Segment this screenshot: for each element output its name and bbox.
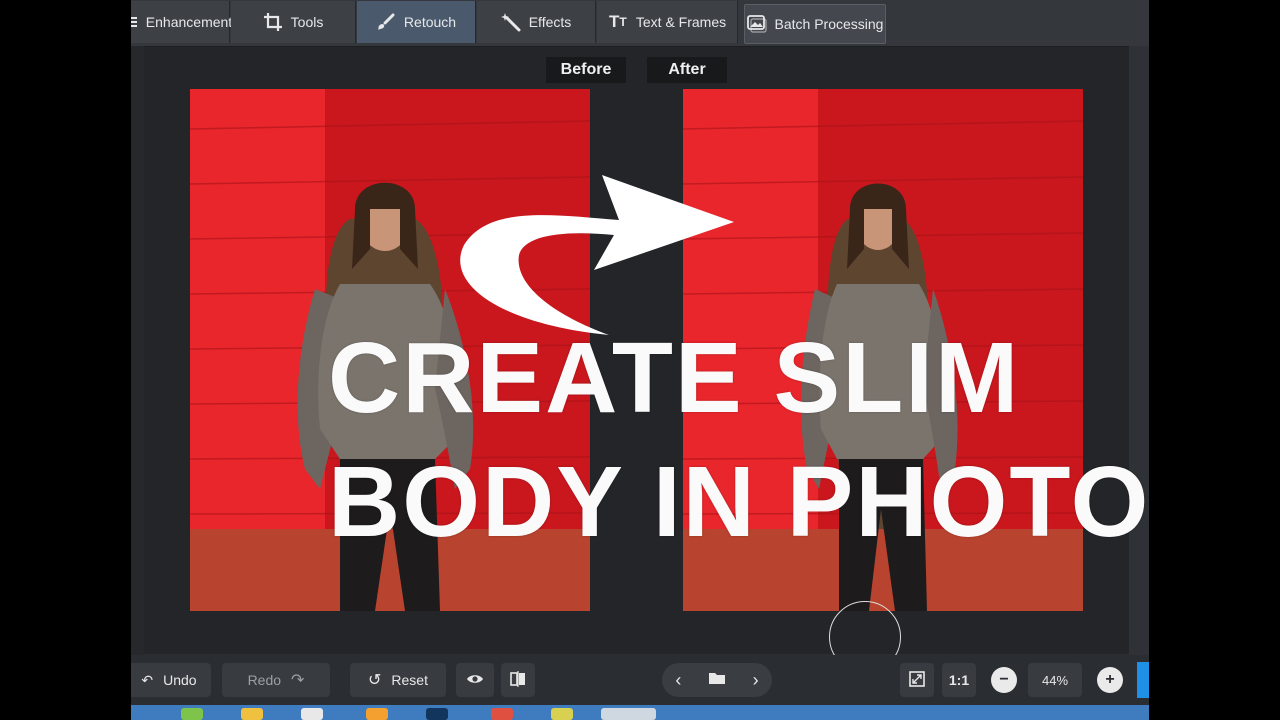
taskbar [131,705,1149,720]
zoom-level[interactable]: 44% [1028,663,1082,697]
right-panel-edge [1129,46,1149,655]
eye-icon [466,672,484,688]
compare-icon [510,670,526,690]
menu-icon [131,12,138,32]
tab-label: Retouch [403,14,457,30]
images-icon [746,14,767,34]
text-icon: TT [609,12,627,31]
redo-button[interactable]: Redo ↷ [222,663,330,697]
tab-text-frames[interactable]: TT Text & Frames [597,1,738,43]
tab-effects[interactable]: Effects [477,1,596,43]
undo-label: Undo [163,672,197,688]
app-icon[interactable] [301,708,323,720]
tab-label: Batch Processing [774,16,884,32]
active-app-icon[interactable] [601,708,656,720]
fit-screen-button[interactable] [900,663,934,697]
image-navigation: ‹ › [662,663,772,697]
zoom-out-button[interactable]: − [991,667,1017,693]
redo-label: Redo [247,672,282,688]
tab-label: Enhancement [145,14,233,30]
reset-label: Reset [391,672,428,688]
reset-button[interactable]: ↺ Reset [350,663,446,697]
magic-wand-icon [500,12,521,32]
brush-icon [376,12,396,32]
crop-icon [263,12,283,32]
previous-image-button[interactable]: ‹ [675,670,681,691]
folder-icon[interactable] [708,671,726,690]
explorer-icon[interactable] [241,708,263,720]
headline-line-1: CREATE SLIM [328,322,1021,434]
next-image-button[interactable]: › [753,670,759,691]
actual-size-button[interactable]: 1:1 [942,663,976,697]
headline-line-2: BODY IN PHOTO [328,446,1149,558]
tab-enhancement[interactable]: Enhancement [131,1,233,43]
left-panel-edge [131,46,144,655]
preview-button[interactable] [456,663,494,697]
browser-icon[interactable] [181,708,203,720]
apply-button-edge[interactable] [1137,662,1149,698]
tab-bar: Enhancement Tools Retouch Effects TT Tex… [131,0,1149,47]
photoshop-icon[interactable] [426,708,448,720]
chrome-icon[interactable] [551,708,573,720]
arrow-icon [460,175,734,335]
tab-retouch[interactable]: Retouch [357,1,476,43]
compare-button[interactable] [501,663,535,697]
zoom-in-button[interactable]: + [1097,667,1123,693]
undo-button[interactable]: ↶ Undo [131,663,211,697]
tab-label: Tools [290,14,324,30]
tab-label: Text & Frames [635,14,727,30]
undo-icon: ↶ [141,671,154,688]
tab-batch-processing[interactable]: Batch Processing [744,4,886,44]
photo-editor-window: Enhancement Tools Retouch Effects TT Tex… [131,0,1149,720]
after-label[interactable]: After [647,57,727,83]
before-label[interactable]: Before [546,57,626,83]
tab-label: Effects [528,14,572,30]
media-icon[interactable] [491,708,513,720]
tab-tools[interactable]: Tools [231,1,356,43]
fit-screen-icon [909,670,925,690]
bottom-toolbar: ↶ Undo Redo ↷ ↺ Reset ‹ › 1:1 − 44% + [131,655,1149,705]
pencil-icon[interactable] [366,708,388,720]
right-black-bar [1149,0,1280,720]
redo-icon: ↷ [291,672,305,689]
reset-icon: ↺ [368,672,382,689]
